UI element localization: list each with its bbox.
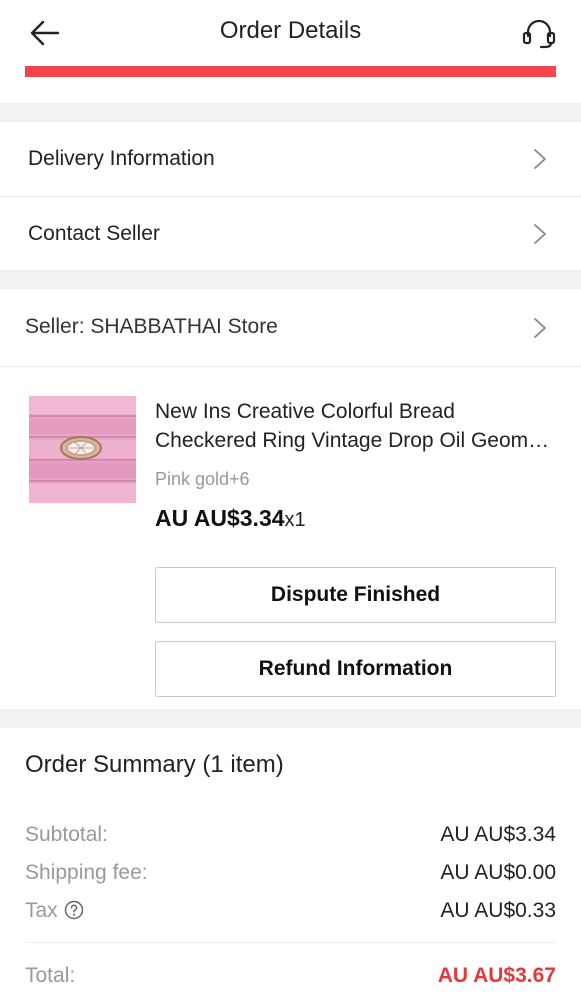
contact-seller-label: Contact Seller (28, 222, 160, 245)
refund-information-button[interactable]: Refund Information (155, 641, 556, 697)
product-price-value: AU AU$3.34 (155, 505, 285, 531)
shipping-fee-value: AU AU$0.00 (440, 861, 556, 884)
tax-label-row: Tax (25, 899, 84, 923)
headset-support-icon[interactable] (521, 16, 557, 50)
question-help-icon[interactable] (64, 900, 84, 920)
product-title-line: Checkered Ring Vintage Drop Oil Geometri… (155, 429, 555, 452)
chevron-right-icon (534, 224, 546, 244)
subtotal-label: Subtotal: (25, 823, 108, 846)
order-status-progress-bar (25, 66, 556, 77)
product-quantity: x1 (284, 509, 306, 531)
shipping-fee-label: Shipping fee: (25, 861, 148, 884)
seller-store-row[interactable]: Seller: SHABBATHAI Store (0, 289, 581, 366)
product-title[interactable]: New Ins Creative Colorful Bread Checkere… (155, 397, 555, 455)
product-title-line: New Ins Creative Colorful Bread (155, 400, 455, 423)
order-summary-title: Order Summary (1 item) (25, 751, 284, 778)
tax-label: Tax (25, 899, 58, 922)
seller-store-label: Seller: SHABBATHAI Store (25, 315, 278, 338)
product-image[interactable] (29, 396, 136, 503)
chevron-right-icon (534, 318, 546, 338)
section-gap (0, 709, 581, 728)
divider (25, 942, 556, 943)
chevron-right-icon (534, 149, 546, 169)
delivery-information-row[interactable]: Delivery Information (0, 122, 581, 196)
subtotal-value: AU AU$3.34 (440, 823, 556, 846)
contact-seller-row[interactable]: Contact Seller (0, 197, 581, 270)
header-bar: Order Details (0, 0, 581, 66)
section-gap (0, 103, 581, 122)
tax-value: AU AU$0.33 (440, 899, 556, 922)
dispute-finished-button[interactable]: Dispute Finished (155, 567, 556, 623)
page-title: Order Details (219, 17, 362, 44)
product-variant: Pink gold+6 (155, 469, 250, 489)
delivery-information-label: Delivery Information (28, 147, 215, 170)
product-price: AU AU$3.34x1 (155, 505, 306, 532)
product-photo-ring-icon (29, 396, 136, 503)
total-value: AU AU$3.67 (437, 964, 556, 987)
total-label: Total: (25, 964, 76, 987)
divider (0, 366, 581, 367)
section-gap (0, 270, 581, 289)
